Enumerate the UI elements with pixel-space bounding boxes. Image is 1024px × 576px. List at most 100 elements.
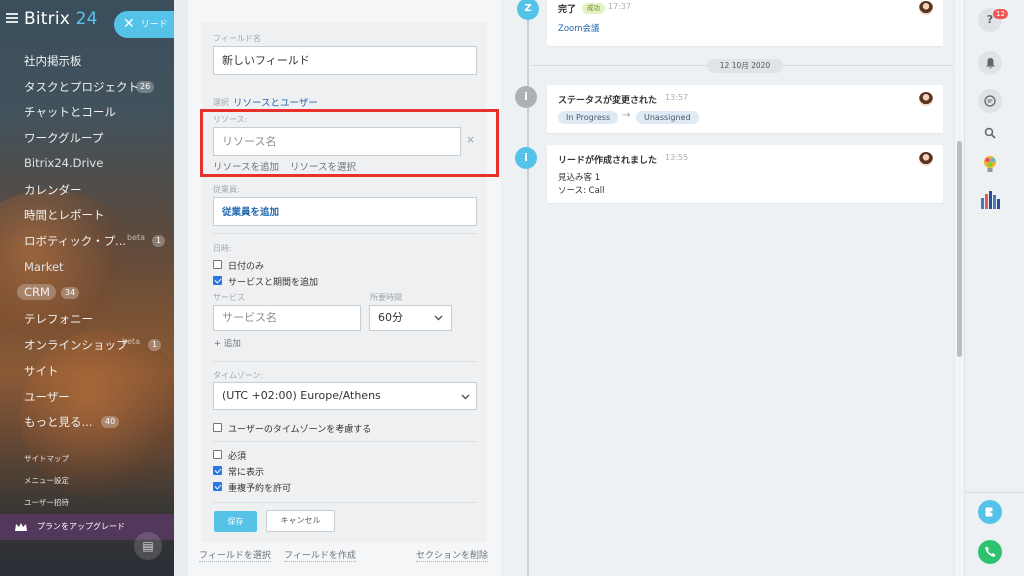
- help-badge: 12: [993, 9, 1008, 19]
- employee-label: 従業員:: [213, 185, 240, 194]
- menu-counter: 1: [148, 339, 162, 351]
- card-time: 13:57: [665, 93, 689, 102]
- chevron-down-icon: [434, 315, 443, 321]
- arrow-icon: →: [622, 110, 631, 121]
- menu-item-tasks[interactable]: タスクとプロジェクト: [24, 79, 139, 95]
- scroll-thumb[interactable]: [957, 141, 962, 357]
- menu-counter: 40: [101, 416, 120, 428]
- menu-item-market[interactable]: Market: [24, 260, 64, 274]
- open-lines-icon[interactable]: [978, 500, 1002, 524]
- menu-item-online-shop[interactable]: オンラインショップ: [24, 337, 128, 353]
- date-only-label: 日付のみ: [228, 262, 265, 272]
- highlight-box: [200, 109, 499, 177]
- timeline-card-lead-created: リードが作成されました 13:55 見込み客 1 ソース: Call: [547, 145, 943, 203]
- phone-icon[interactable]: [978, 540, 1002, 564]
- divider: [965, 492, 1024, 493]
- user-timezone-checkbox[interactable]: [213, 423, 222, 432]
- divider: [213, 441, 477, 442]
- divider: [213, 361, 477, 362]
- date-only-checkbox[interactable]: [213, 260, 222, 269]
- menu-item-workgroups[interactable]: ワークグループ: [24, 130, 103, 146]
- service-name-input[interactable]: サービス名: [213, 305, 361, 331]
- add-service-checkbox[interactable]: [213, 276, 222, 285]
- menu-item-more[interactable]: もっと見る...: [24, 414, 92, 430]
- info-icon: i: [515, 86, 537, 108]
- divider: [213, 502, 477, 503]
- timeline-card-zoom: 完了 成功 17:37 Zoom会議: [547, 0, 943, 46]
- datetime-label: 日時:: [213, 244, 232, 253]
- timezone-label: タイムゾーン:: [213, 371, 264, 380]
- avatar[interactable]: [919, 92, 933, 106]
- printer-icon[interactable]: ▤: [134, 532, 162, 560]
- search-icon[interactable]: [978, 121, 1002, 145]
- lead-source: ソース: Call: [558, 186, 605, 196]
- select-prefix: 選択: [213, 98, 229, 107]
- lead-close-button[interactable]: ✕ リード: [114, 11, 174, 38]
- menu-item-rpa[interactable]: ロボティック・プ...: [24, 233, 126, 249]
- menu-item-users[interactable]: ユーザー: [24, 389, 70, 405]
- add-employee-link[interactable]: 従業員を追加: [222, 207, 279, 218]
- field-name-label: フィールド名: [213, 34, 261, 43]
- menu-icon[interactable]: [6, 13, 18, 23]
- timezone-select[interactable]: (UTC +02:00) Europe/Athens: [213, 382, 477, 410]
- card-title: リードが作成されました: [558, 156, 658, 166]
- duration-label: 所要時間: [370, 293, 402, 302]
- menu-item-feed[interactable]: 社内掲示板: [24, 53, 82, 69]
- avatar[interactable]: [919, 1, 933, 15]
- menu-item-time-reports[interactable]: 時間とレポート: [24, 207, 105, 223]
- field-name-input[interactable]: 新しいフィールド: [213, 46, 477, 75]
- select-field-link[interactable]: フィールドを選択: [199, 548, 271, 562]
- lightbulb-icon[interactable]: [978, 153, 1002, 177]
- allow-double-booking-checkbox[interactable]: [213, 482, 222, 491]
- close-icon: ✕: [123, 16, 135, 32]
- card-title: ステータスが変更された: [558, 96, 658, 106]
- resources-users-link[interactable]: リソースとユーザー: [233, 95, 318, 109]
- cancel-button[interactable]: キャンセル: [266, 510, 335, 532]
- card-time: 13:55: [665, 153, 689, 162]
- company-logo-icon[interactable]: [978, 188, 1002, 212]
- divider: [213, 233, 477, 234]
- menu-item-calendar[interactable]: カレンダー: [24, 182, 82, 198]
- required-checkbox[interactable]: [213, 450, 222, 459]
- user-timezone-label: ユーザーのタイムゾーンを考慮する: [228, 425, 372, 435]
- service-label: サービス: [213, 293, 245, 302]
- allow-double-booking-label: 重複予約を許可: [228, 484, 292, 494]
- status-to-tag: Unassigned: [636, 111, 699, 124]
- beta-label: beta: [127, 233, 146, 242]
- always-show-label: 常に表示: [228, 468, 265, 478]
- bell-icon[interactable]: [978, 51, 1002, 75]
- add-service-label: サービスと期間を追加: [228, 278, 319, 288]
- sitemap-link[interactable]: サイトマップ: [24, 453, 69, 464]
- delete-section-link[interactable]: セクションを削除: [416, 548, 489, 562]
- duration-select[interactable]: 60分: [369, 305, 452, 331]
- employee-field[interactable]: 従業員を追加: [213, 197, 477, 226]
- chat-icon[interactable]: [978, 89, 1002, 113]
- zoom-meeting-link[interactable]: Zoom会議: [558, 22, 600, 34]
- create-field-link[interactable]: フィールドを作成: [284, 548, 356, 562]
- beta-label: beta: [122, 337, 141, 346]
- save-button[interactable]: 保存: [214, 511, 257, 532]
- menu-counter: 26: [136, 81, 155, 93]
- scrollbar[interactable]: [955, 0, 964, 576]
- menu-item-telephony[interactable]: テレフォニー: [24, 311, 93, 327]
- brand-logo[interactable]: Bitrix 24: [24, 9, 98, 29]
- status-from-tag: In Progress: [558, 111, 619, 124]
- menu-item-chat[interactable]: チャットとコール: [24, 104, 116, 120]
- info-icon: i: [515, 147, 537, 169]
- menu-item-drive[interactable]: Bitrix24.Drive: [24, 156, 103, 170]
- required-label: 必須: [228, 452, 247, 462]
- menu-counter: 1: [152, 235, 166, 247]
- menu-item-crm[interactable]: CRM: [24, 285, 50, 299]
- timeline-card-status: ステータスが変更された 13:57 In Progress → Unassign…: [547, 85, 943, 133]
- menu-settings-link[interactable]: メニュー設定: [24, 475, 69, 486]
- menu-item-sites[interactable]: サイト: [24, 363, 59, 379]
- avatar[interactable]: [919, 152, 933, 166]
- add-service-link[interactable]: + 追加: [214, 337, 241, 349]
- left-sidebar: Bitrix 24 ✕ リード 社内掲示板 タスクとプロジェクト 26 チャットと…: [0, 0, 174, 576]
- invite-users-link[interactable]: ユーザー招待: [24, 497, 69, 508]
- card-time: 17:37: [608, 2, 632, 11]
- lead-name: 見込み客 1: [558, 173, 601, 183]
- timeline: Z 完了 成功 17:37 Zoom会議 12 10月 2020 i ステータス…: [501, 0, 953, 576]
- chevron-down-icon: [461, 394, 470, 400]
- always-show-checkbox[interactable]: [213, 466, 222, 475]
